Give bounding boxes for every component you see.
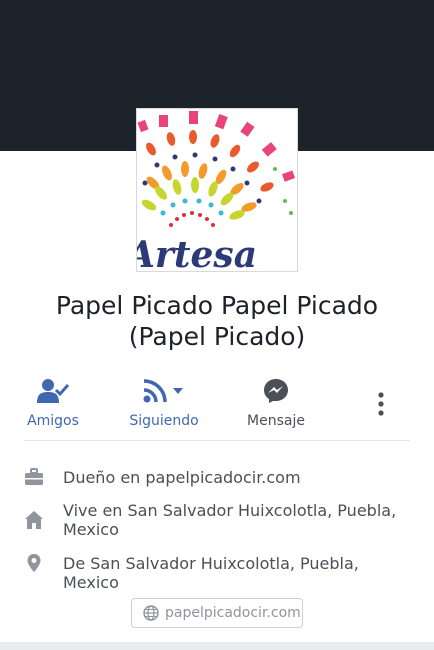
more-vertical-icon (378, 392, 384, 420)
message-button[interactable]: Mensaje (239, 370, 313, 436)
home-icon (24, 510, 44, 530)
website-text: papelpicadocir.com (165, 605, 301, 621)
briefcase-icon (24, 468, 44, 488)
message-label: Mensaje (247, 413, 305, 429)
about-current-city-text: Vive en San Salvador Huixcolotla, Puebla… (63, 501, 397, 539)
about-hometown-text: De San Salvador Huixcolotla, Puebla, Mex… (63, 554, 359, 592)
chevron-down-icon (173, 388, 183, 394)
friends-button[interactable]: Amigos (24, 370, 82, 436)
following-label: Siguiendo (129, 413, 199, 429)
friends-label: Amigos (27, 413, 79, 429)
rss-follow-icon (143, 378, 185, 408)
messenger-icon (263, 378, 289, 408)
location-pin-icon (24, 553, 44, 573)
papel-picado-logo-image: Artesa (137, 111, 296, 271)
globe-icon (143, 605, 159, 625)
friend-check-icon (37, 378, 70, 408)
profile-picture[interactable]: Artesa (136, 108, 298, 272)
more-options-button[interactable] (364, 370, 398, 436)
logo-text: Artesa (137, 234, 257, 271)
about-work-text: Dueño en papelpicadocir.com (63, 468, 301, 487)
profile-actions-bar: Amigos Siguiendo Mensaje (24, 370, 410, 441)
website-link-button[interactable]: papelpicadocir.com (131, 598, 303, 628)
following-button[interactable]: Siguiendo (124, 370, 204, 436)
section-divider (0, 642, 434, 650)
profile-name: Papel Picado Papel Picado (Papel Picado) (55, 291, 379, 351)
